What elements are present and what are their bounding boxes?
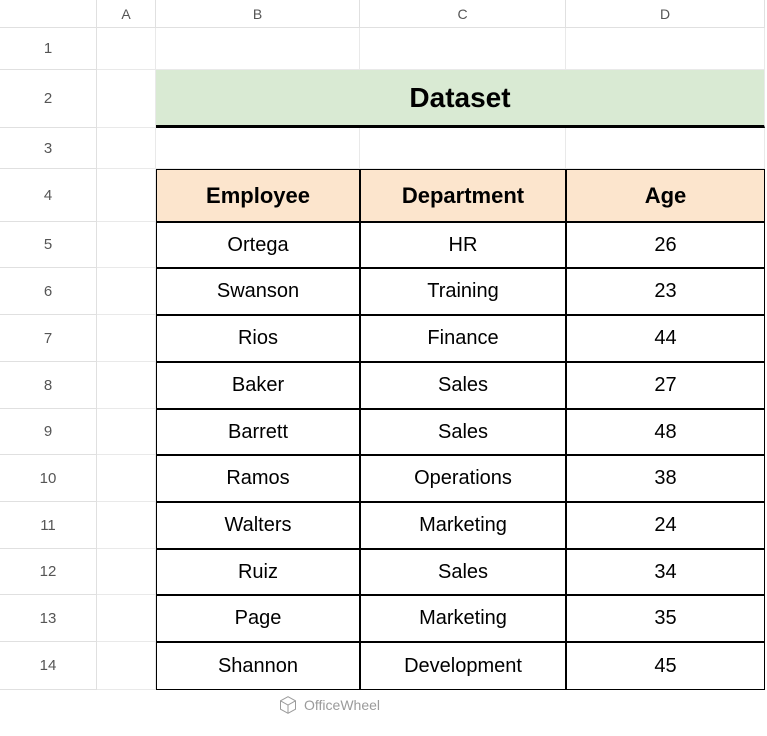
cell-C1[interactable] xyxy=(360,28,566,70)
table-cell-employee[interactable]: Rios xyxy=(156,315,360,362)
row-header-6[interactable]: 6 xyxy=(0,268,97,315)
grid-row-5: OrtegaHR26 xyxy=(97,222,765,268)
watermark-logo-icon xyxy=(278,695,298,715)
table-cell-employee[interactable]: Ramos xyxy=(156,455,360,502)
cell-A9[interactable] xyxy=(97,409,156,455)
column-header-C[interactable]: C xyxy=(360,0,566,28)
grid: DatasetEmployeeDepartmentAgeOrtegaHR26Sw… xyxy=(97,28,765,690)
watermark-text: OfficeWheel xyxy=(304,697,380,713)
cell-A13[interactable] xyxy=(97,595,156,642)
table-cell-age[interactable]: 24 xyxy=(566,502,765,549)
table-cell-department[interactable]: Sales xyxy=(360,362,566,409)
row-header-10[interactable]: 10 xyxy=(0,455,97,502)
table-cell-employee[interactable]: Swanson xyxy=(156,268,360,315)
grid-row-7: RiosFinance44 xyxy=(97,315,765,362)
cell-A12[interactable] xyxy=(97,549,156,595)
row-header-2[interactable]: 2 xyxy=(0,70,97,128)
cell-A5[interactable] xyxy=(97,222,156,268)
table-header-department[interactable]: Department xyxy=(360,169,566,222)
grid-row-14: ShannonDevelopment45 xyxy=(97,642,765,690)
table-cell-age[interactable]: 35 xyxy=(566,595,765,642)
grid-row-9: BarrettSales48 xyxy=(97,409,765,455)
column-header-D[interactable]: D xyxy=(566,0,765,28)
grid-row-13: PageMarketing35 xyxy=(97,595,765,642)
table-cell-age[interactable]: 27 xyxy=(566,362,765,409)
cell-D1[interactable] xyxy=(566,28,765,70)
cell-A8[interactable] xyxy=(97,362,156,409)
cell-A11[interactable] xyxy=(97,502,156,549)
grid-row-6: SwansonTraining23 xyxy=(97,268,765,315)
row-header-7[interactable]: 7 xyxy=(0,315,97,362)
grid-row-3 xyxy=(97,128,765,169)
column-header-B[interactable]: B xyxy=(156,0,360,28)
cell-D3[interactable] xyxy=(566,128,765,169)
cell-A4[interactable] xyxy=(97,169,156,222)
cell-A7[interactable] xyxy=(97,315,156,362)
table-cell-employee[interactable]: Ortega xyxy=(156,222,360,268)
row-header-3[interactable]: 3 xyxy=(0,128,97,169)
cell-A3[interactable] xyxy=(97,128,156,169)
row-header-4[interactable]: 4 xyxy=(0,169,97,222)
table-cell-age[interactable]: 23 xyxy=(566,268,765,315)
table-cell-age[interactable]: 45 xyxy=(566,642,765,690)
row-header-9[interactable]: 9 xyxy=(0,409,97,455)
row-header-13[interactable]: 13 xyxy=(0,595,97,642)
grid-row-12: RuizSales34 xyxy=(97,549,765,595)
table-cell-age[interactable]: 34 xyxy=(566,549,765,595)
grid-row-11: WaltersMarketing24 xyxy=(97,502,765,549)
column-header-A[interactable]: A xyxy=(97,0,156,28)
table-cell-employee[interactable]: Page xyxy=(156,595,360,642)
table-cell-employee[interactable]: Shannon xyxy=(156,642,360,690)
cell-C3[interactable] xyxy=(360,128,566,169)
table-header-employee[interactable]: Employee xyxy=(156,169,360,222)
row-header-12[interactable]: 12 xyxy=(0,549,97,595)
table-cell-department[interactable]: Development xyxy=(360,642,566,690)
table-cell-employee[interactable]: Baker xyxy=(156,362,360,409)
row-header-14[interactable]: 14 xyxy=(0,642,97,690)
cell-B1[interactable] xyxy=(156,28,360,70)
row-header-11[interactable]: 11 xyxy=(0,502,97,549)
table-cell-department[interactable]: Marketing xyxy=(360,502,566,549)
cell-A2[interactable] xyxy=(97,70,156,128)
table-cell-department[interactable]: Sales xyxy=(360,409,566,455)
watermark: OfficeWheel xyxy=(278,695,380,715)
grid-row-2: Dataset xyxy=(97,70,765,128)
table-header-age[interactable]: Age xyxy=(566,169,765,222)
select-all-corner[interactable] xyxy=(0,0,97,28)
table-cell-department[interactable]: Finance xyxy=(360,315,566,362)
table-cell-department[interactable]: Marketing xyxy=(360,595,566,642)
row-header-8[interactable]: 8 xyxy=(0,362,97,409)
cell-B3[interactable] xyxy=(156,128,360,169)
table-cell-employee[interactable]: Walters xyxy=(156,502,360,549)
table-cell-department[interactable]: Operations xyxy=(360,455,566,502)
table-cell-employee[interactable]: Ruiz xyxy=(156,549,360,595)
grid-row-4: EmployeeDepartmentAge xyxy=(97,169,765,222)
spreadsheet: ABCD 1234567891011121314 DatasetEmployee… xyxy=(0,0,767,736)
cell-A6[interactable] xyxy=(97,268,156,315)
cell-A1[interactable] xyxy=(97,28,156,70)
table-cell-department[interactable]: HR xyxy=(360,222,566,268)
table-cell-age[interactable]: 26 xyxy=(566,222,765,268)
cell-A10[interactable] xyxy=(97,455,156,502)
table-cell-age[interactable]: 38 xyxy=(566,455,765,502)
column-headers: ABCD xyxy=(97,0,765,28)
dataset-title[interactable]: Dataset xyxy=(156,70,765,128)
table-cell-department[interactable]: Sales xyxy=(360,549,566,595)
cell-A14[interactable] xyxy=(97,642,156,690)
table-cell-department[interactable]: Training xyxy=(360,268,566,315)
table-cell-age[interactable]: 44 xyxy=(566,315,765,362)
row-header-1[interactable]: 1 xyxy=(0,28,97,70)
table-cell-employee[interactable]: Barrett xyxy=(156,409,360,455)
grid-row-1 xyxy=(97,28,765,70)
row-header-5[interactable]: 5 xyxy=(0,222,97,268)
grid-row-8: BakerSales27 xyxy=(97,362,765,409)
grid-row-10: RamosOperations38 xyxy=(97,455,765,502)
row-headers: 1234567891011121314 xyxy=(0,28,97,690)
table-cell-age[interactable]: 48 xyxy=(566,409,765,455)
